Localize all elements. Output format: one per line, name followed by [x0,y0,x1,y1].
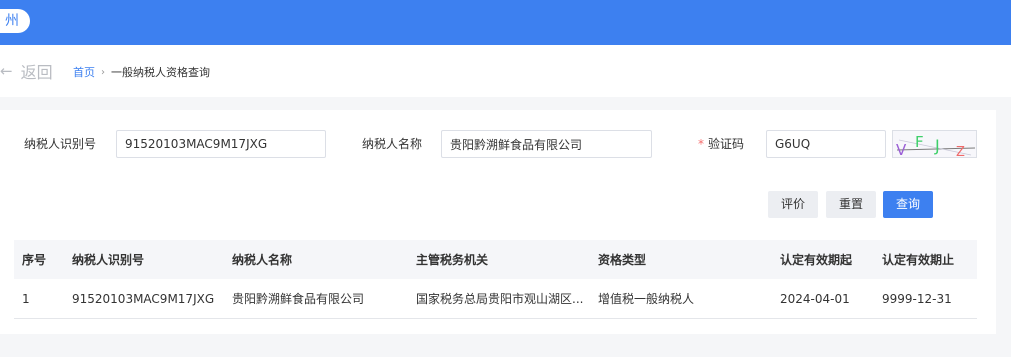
cell-tax-id: 91520103MAC9M17JXG [72,291,215,306]
cell-name: 贵阳黔溯鲜食品有限公司 [232,292,365,306]
col-header-seq: 序号 [22,253,47,267]
table-header: 序号 纳税人识别号 纳税人名称 主管税务机关 资格类型 认定有效期起 认定有效期… [14,240,977,279]
reset-button[interactable]: 重置 [826,191,876,218]
captcha-label: * 验证码 [698,136,744,152]
col-header-authority: 主管税务机关 [416,253,489,267]
cell-authority: 国家税务总局贵阳市观山湖区... [416,292,584,306]
required-mark: * [698,137,704,151]
cell-valid-from: 2024-04-01 [780,291,850,306]
breadcrumb-separator-icon: › [101,66,105,78]
table-row[interactable]: 1 91520103MAC9M17JXG 贵阳黔溯鲜食品有限公司 国家税务总局贵… [14,279,977,319]
taxpayer-name-label: 纳税人名称 [362,137,423,151]
back-label: 返回 [20,63,53,82]
captcha-label-text: 验证码 [708,137,745,151]
back-button[interactable]: ← 返回 [0,61,53,82]
cell-valid-to: 9999-12-31 [882,291,952,306]
captcha-graphic: V F J Z [896,133,976,158]
captcha-input[interactable] [766,130,886,158]
query-button[interactable]: 查询 [883,191,933,218]
captcha-char: F [915,133,924,151]
top-header-bar: 州 [0,0,1011,45]
col-header-valid-to: 认定有效期止 [882,253,955,267]
breadcrumb: 首页 › 一般纳税人资格查询 [73,64,210,80]
captcha-char: V [896,141,907,158]
cell-seq: 1 [22,291,30,306]
col-header-name: 纳税人名称 [232,253,293,267]
cell-qualification: 增值税一般纳税人 [598,292,695,306]
evaluate-button[interactable]: 评价 [768,191,818,218]
taxpayer-id-input[interactable] [116,130,326,158]
col-header-valid-from: 认定有效期起 [780,253,853,267]
query-panel: 纳税人识别号 纳税人名称 * 验证码 V F J Z 评价 重置 查询 序号 纳税… [0,110,996,334]
col-header-qualification: 资格类型 [598,253,647,267]
breadcrumb-current: 一般纳税人资格查询 [111,66,210,79]
col-header-tax-id: 纳税人识别号 [72,253,145,267]
region-selector[interactable]: 州 [0,9,30,33]
captcha-char: J [934,136,940,155]
breadcrumb-bar: ← 返回 首页 › 一般纳税人资格查询 [0,45,1011,97]
taxpayer-name-input[interactable] [441,130,652,158]
back-arrow-icon: ← [0,62,13,80]
breadcrumb-home-link[interactable]: 首页 [73,64,95,80]
taxpayer-id-label: 纳税人识别号 [24,137,97,151]
captcha-image[interactable]: V F J Z [892,130,977,158]
captcha-char: Z [956,145,965,158]
